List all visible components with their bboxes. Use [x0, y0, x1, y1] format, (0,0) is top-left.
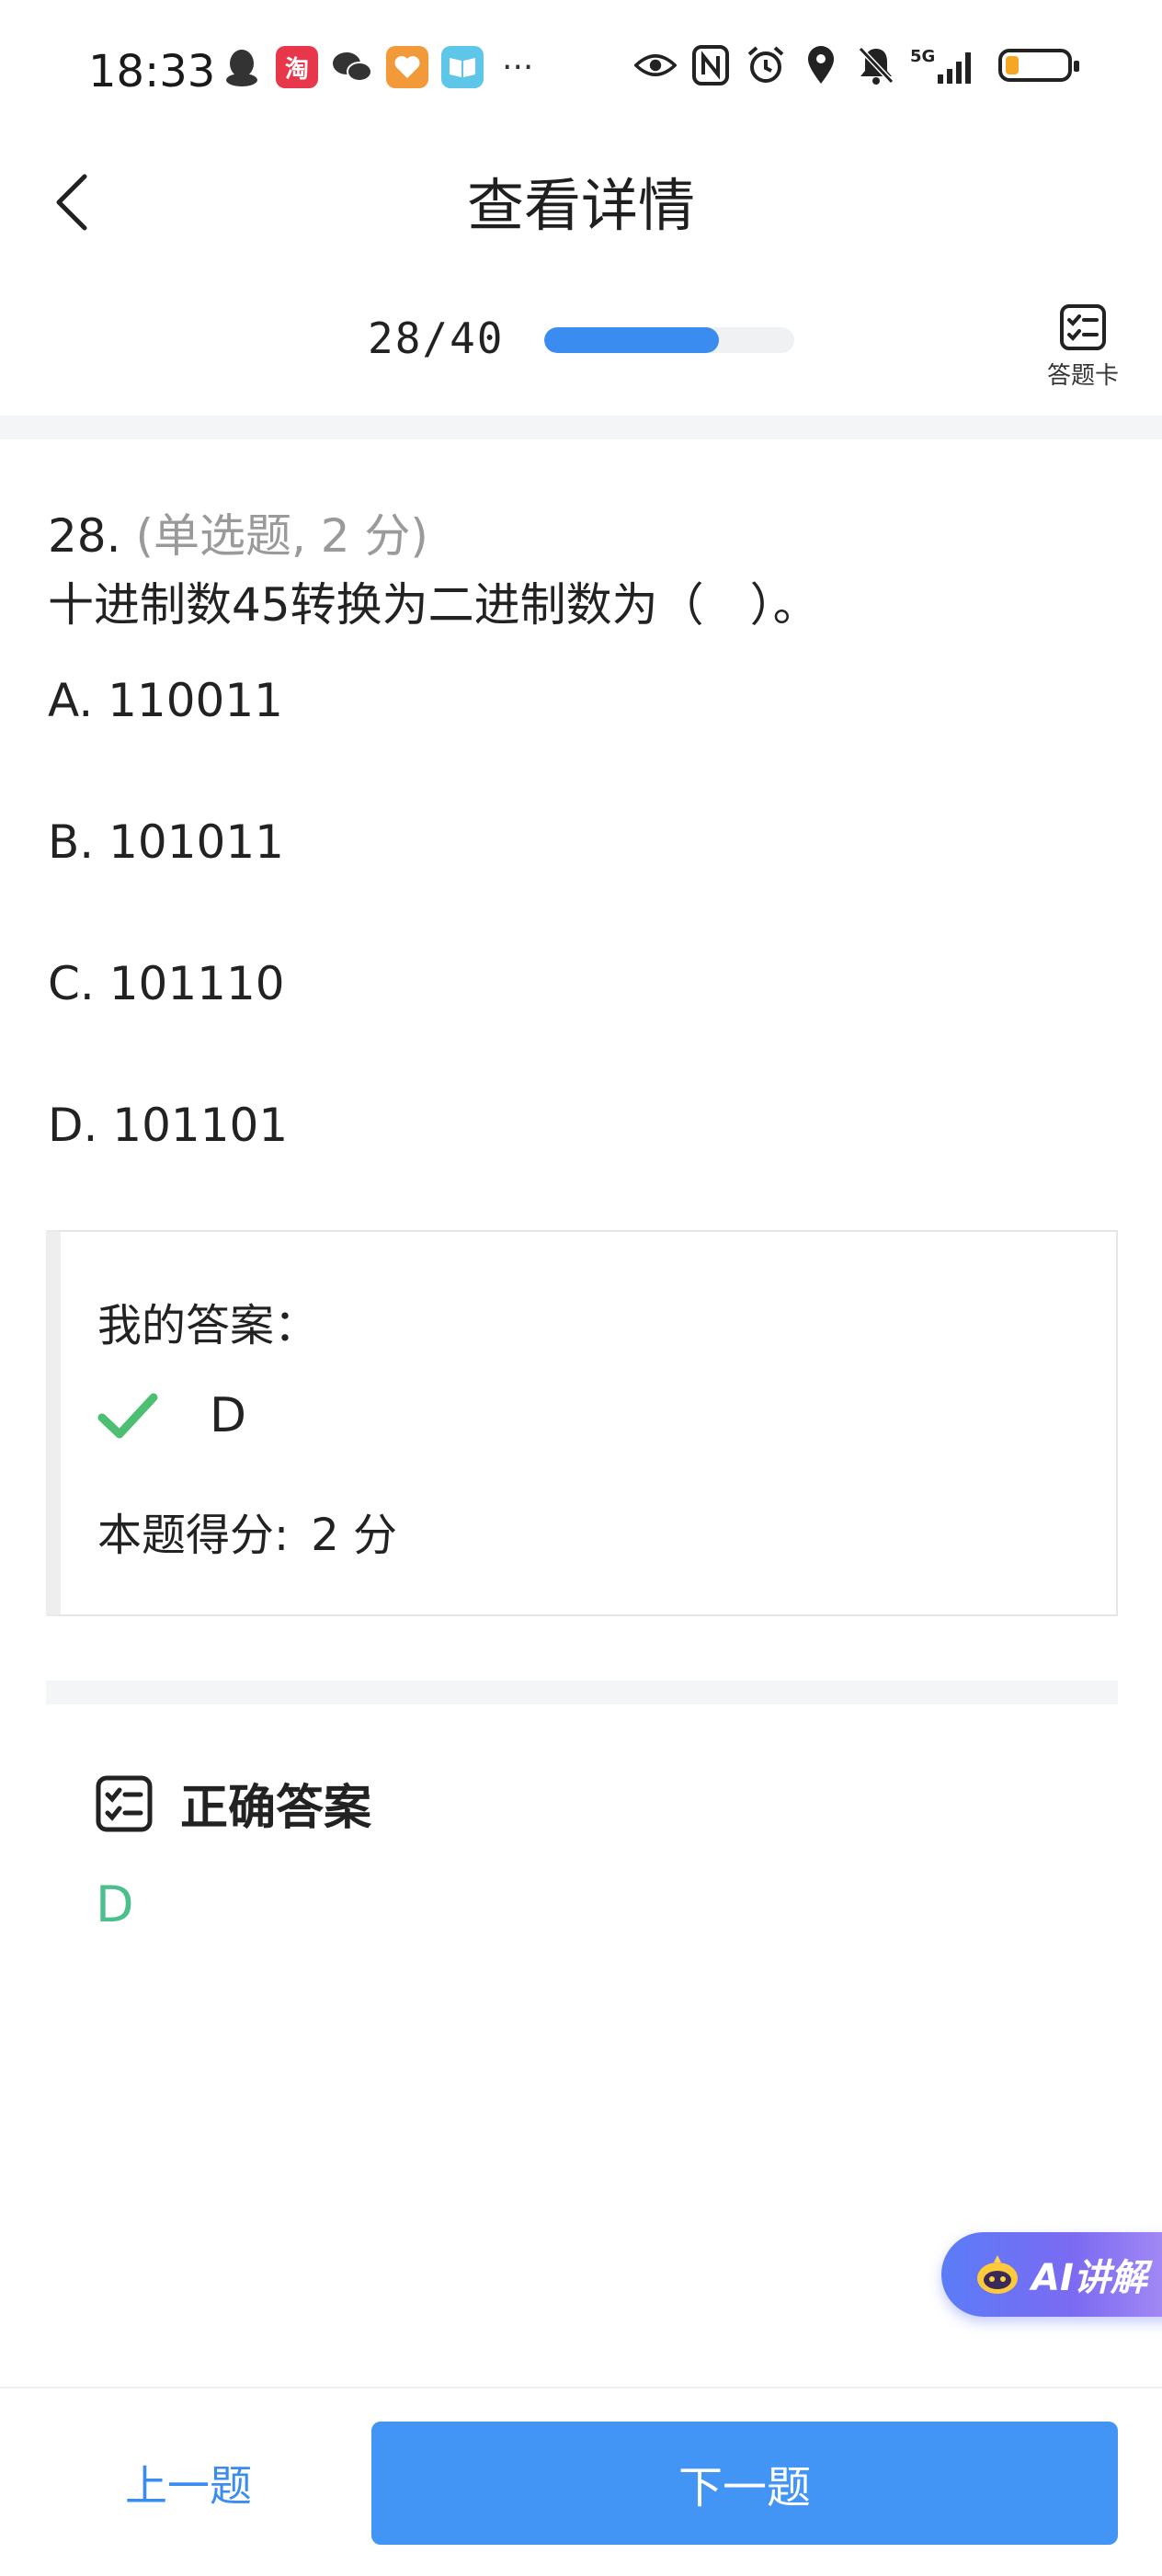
- ai-explain-button[interactable]: AI讲解: [941, 2232, 1162, 2317]
- option-c[interactable]: C. 101110: [48, 947, 288, 1089]
- status-time: 18:33: [88, 46, 216, 97]
- correct-answer-title: 正确答案: [180, 1781, 372, 1836]
- question-header: 28. (单选题, 2 分): [48, 504, 1114, 568]
- correct-answer-value: D: [96, 1875, 134, 1933]
- progress-bar-fill: [544, 327, 720, 353]
- score-row: 本题得分: 2 分: [97, 1499, 397, 1563]
- progress-bar: [544, 327, 794, 353]
- reader-app-icon: [441, 46, 484, 88]
- page-title: 查看详情: [466, 172, 695, 239]
- score-value: 2 分: [311, 1510, 397, 1561]
- ai-explain-label: AI讲解: [1031, 2257, 1147, 2299]
- progress-row: 28/40 答题卡: [0, 285, 1162, 405]
- taobao-icon: 淘: [276, 46, 318, 88]
- nfc-icon: [689, 44, 732, 86]
- option-list: A. 110011 B. 101011 C. 101110 D. 101101: [48, 664, 288, 1230]
- divider: [46, 1681, 1118, 1704]
- status-bar: 18:33 淘 ··· 5G: [0, 0, 1162, 147]
- question-type: (单选题, 2 分): [135, 509, 428, 563]
- next-question-button[interactable]: 下一题: [371, 2422, 1118, 2545]
- checkmark-icon: [97, 1393, 158, 1439]
- my-answer-title: 我的答案：: [97, 1300, 319, 1351]
- battery-icon: [993, 44, 1079, 86]
- question: 28. (单选题, 2 分) 十进制数45转换为二进制数为（ ）。: [48, 504, 1114, 642]
- nav-bar: 查看详情: [0, 147, 1162, 257]
- bottom-bar: 上一题 下一题: [0, 2387, 1162, 2576]
- qq-icon: [221, 46, 263, 88]
- question-text: 十进制数45转换为二进制数为（ ）。: [48, 578, 819, 632]
- mute-icon: [855, 44, 897, 86]
- divider: [0, 416, 1162, 439]
- system-icons: 5G: [634, 44, 1079, 86]
- notification-icons: 淘 ···: [221, 46, 533, 88]
- my-answer-panel: 我的答案： D 本题得分: 2 分: [46, 1230, 1118, 1616]
- more-notifications-icon: ···: [502, 48, 534, 86]
- score-label: 本题得分:: [97, 1510, 290, 1561]
- network-type: 5G: [910, 47, 935, 66]
- alarm-icon: [745, 44, 787, 86]
- checklist-icon: [96, 1775, 153, 1831]
- signal-icon: 5G: [910, 44, 980, 86]
- question-number: 28.: [48, 509, 121, 563]
- robot-icon: [977, 2255, 1018, 2294]
- option-b[interactable]: B. 101011: [48, 805, 288, 947]
- correct-answer-header: 正确答案: [96, 1769, 371, 1838]
- prev-question-button[interactable]: 上一题: [74, 2422, 303, 2545]
- location-icon: [800, 44, 842, 86]
- my-answer-value: D: [210, 1388, 247, 1443]
- wechat-icon: [331, 46, 373, 88]
- option-d[interactable]: D. 101101: [48, 1089, 288, 1230]
- eye-icon: [634, 44, 677, 86]
- checklist-icon: [1060, 304, 1106, 350]
- health-app-icon: [386, 46, 428, 88]
- answer-card-button[interactable]: 答题卡: [1037, 303, 1129, 391]
- answer-card-label: 答题卡: [1046, 362, 1119, 390]
- progress-count: 28/40: [368, 313, 505, 363]
- my-answer-row: D: [97, 1388, 246, 1443]
- option-a[interactable]: A. 110011: [48, 664, 288, 805]
